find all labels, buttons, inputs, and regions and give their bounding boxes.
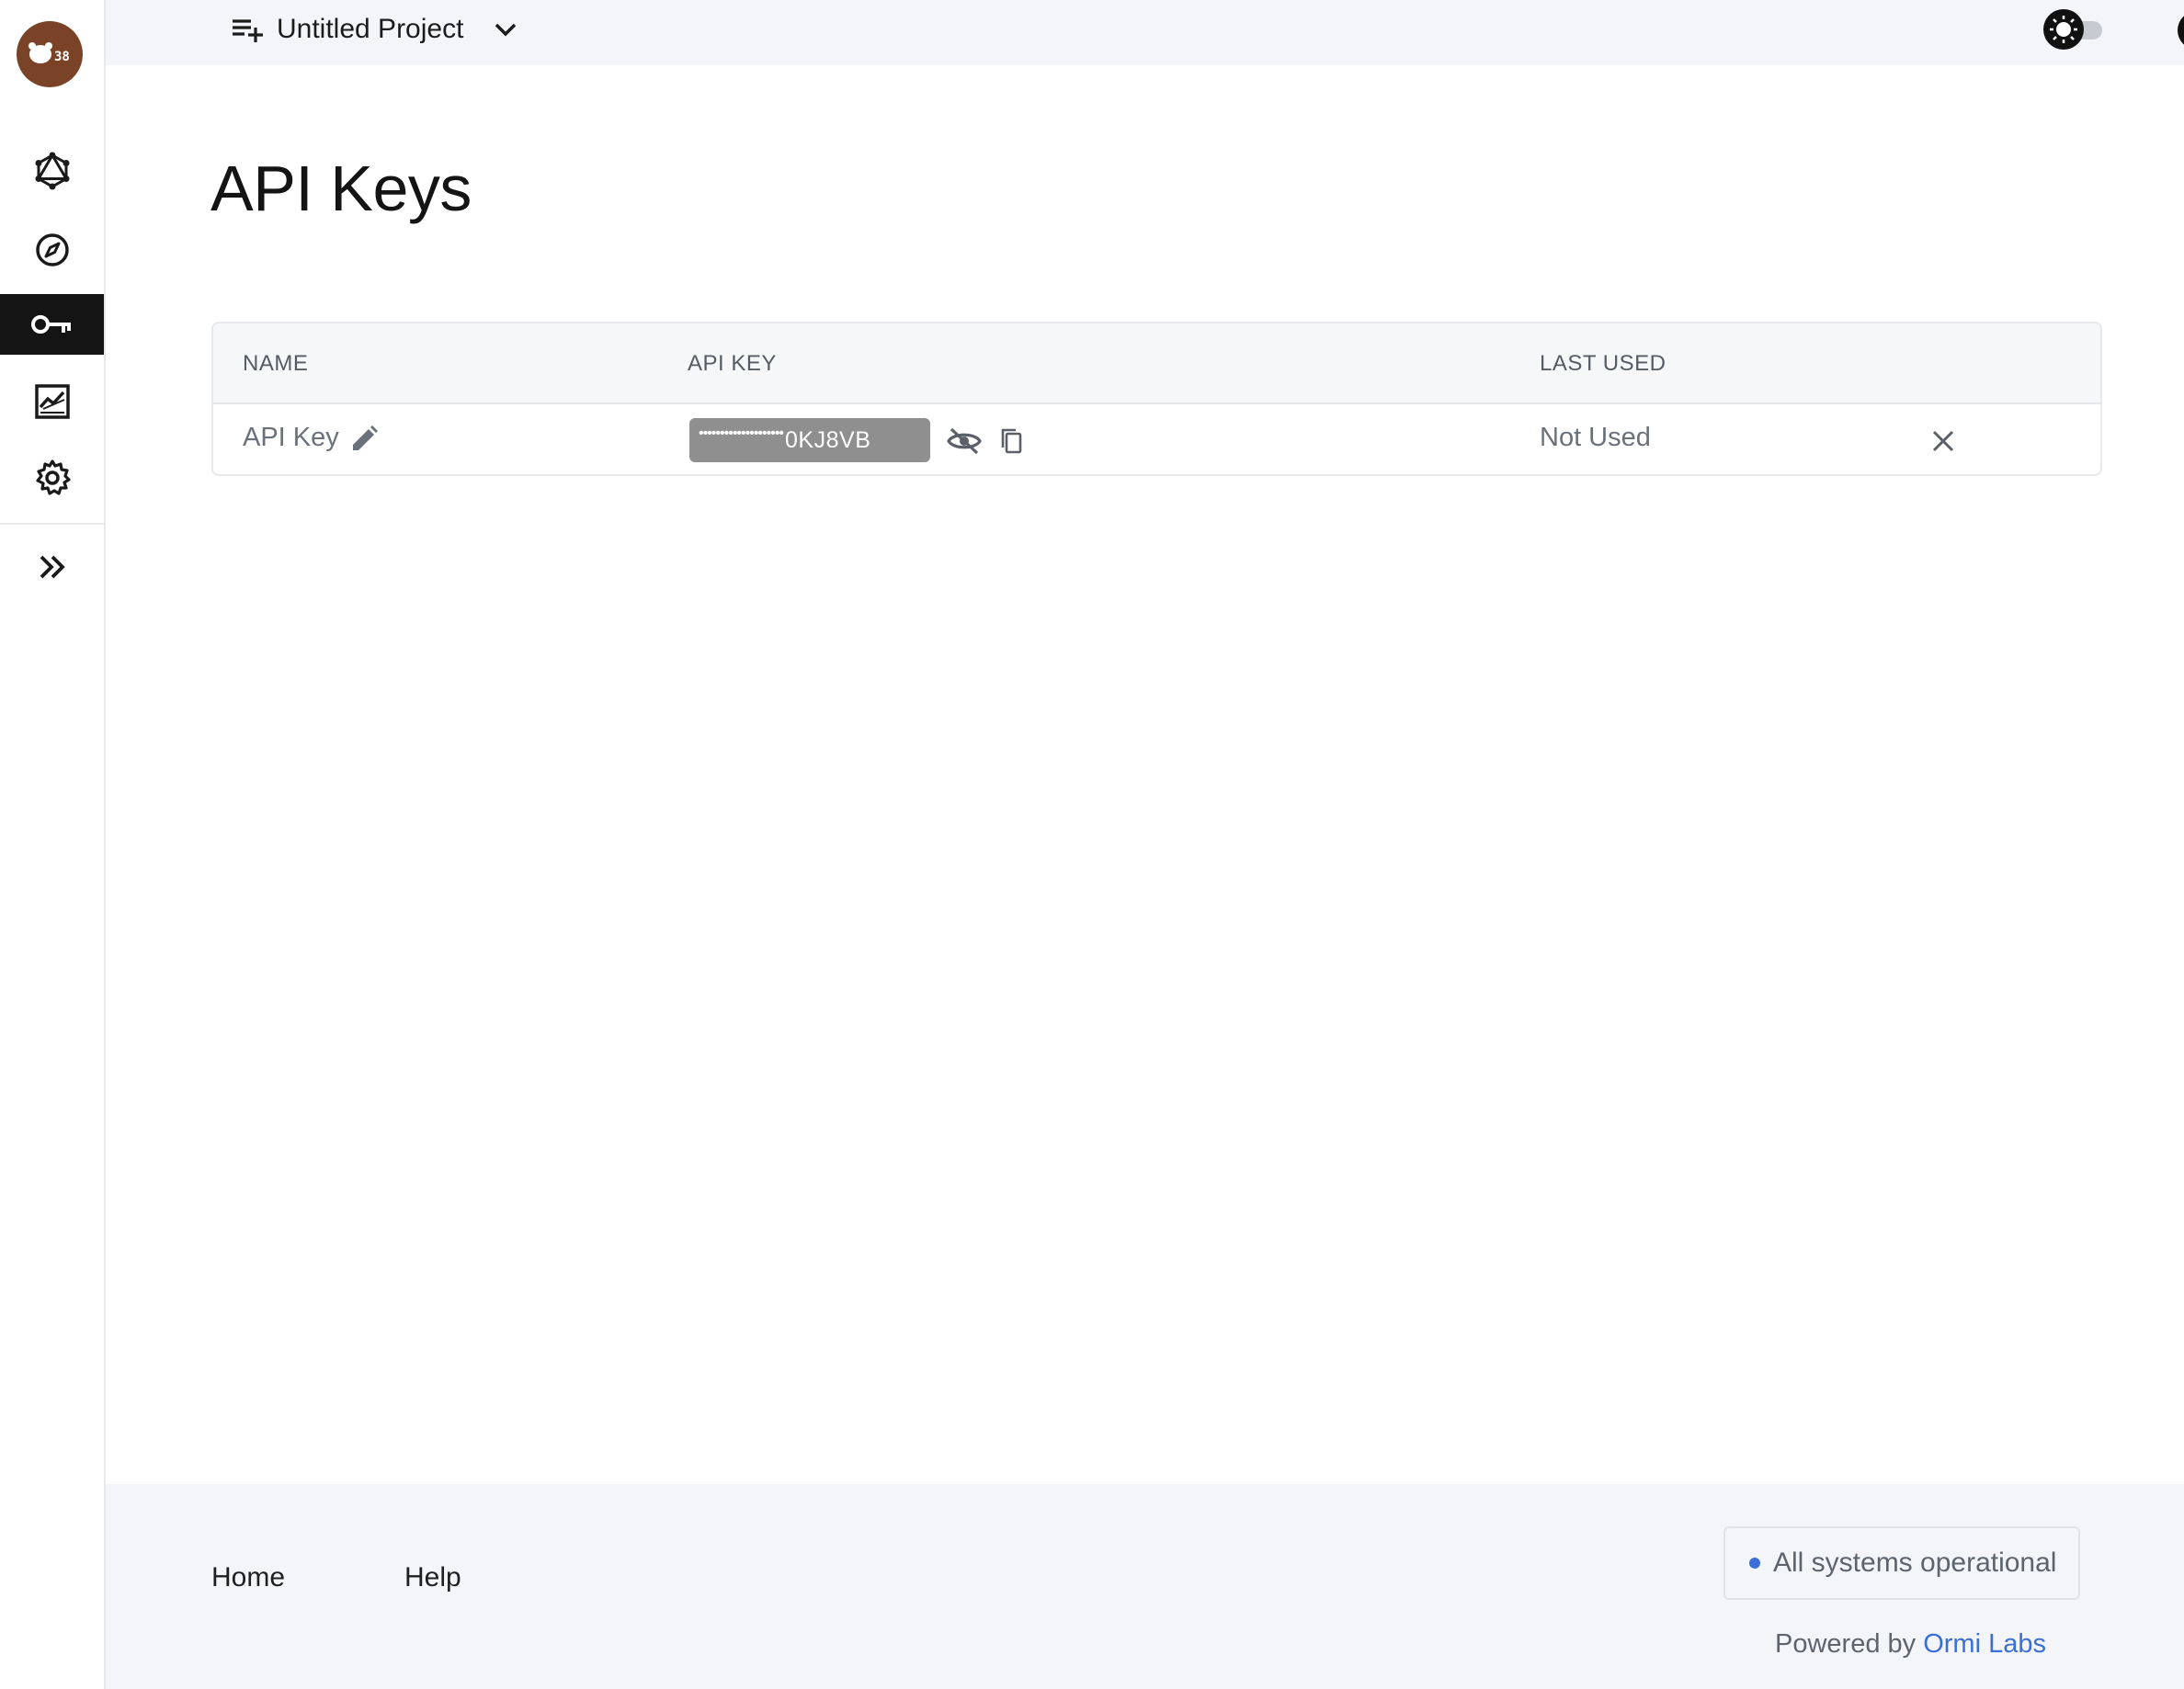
sidebar: 38 bbox=[0, 0, 106, 1689]
playlist-add-icon bbox=[233, 19, 263, 42]
delete-key-button[interactable] bbox=[1927, 425, 1960, 458]
edit-name-button[interactable] bbox=[347, 423, 381, 456]
footer: Home Help All systems operational Powere… bbox=[106, 1484, 2184, 1689]
table-header: NAME API KEY LAST USED bbox=[213, 323, 2100, 404]
powered-by-prefix: Powered by bbox=[1775, 1629, 1917, 1659]
pencil-icon bbox=[353, 425, 378, 450]
sidebar-item-explorer[interactable] bbox=[0, 220, 104, 280]
status-text: All systems operational bbox=[1773, 1547, 2057, 1578]
sidebar-item-api-keys[interactable] bbox=[0, 294, 104, 355]
close-icon bbox=[1932, 430, 1954, 452]
bear-logo-icon[interactable]: 38 bbox=[17, 21, 83, 87]
column-header-last-used: LAST USED bbox=[1540, 351, 1666, 376]
footer-link-home[interactable]: Home bbox=[211, 1562, 285, 1593]
theme-toggle[interactable] bbox=[2043, 9, 2104, 50]
double-chevron-right-icon bbox=[40, 555, 65, 579]
api-key-suffix: 0KJ8VB bbox=[785, 426, 871, 453]
status-dot bbox=[1749, 1558, 1760, 1569]
last-used-value: Not Used bbox=[1540, 423, 1651, 452]
api-key-mask: •••••••••••••••••••• bbox=[699, 425, 784, 441]
sidebar-item-graphql[interactable] bbox=[0, 141, 104, 201]
column-header-name: NAME bbox=[243, 351, 309, 376]
compass-icon bbox=[35, 233, 69, 266]
svg-text:38: 38 bbox=[54, 50, 70, 64]
table-row: API Key •••••••••••••••••••• 0KJ8VB Not … bbox=[213, 404, 2100, 474]
powered-by: Powered by Ormi Labs bbox=[1775, 1629, 2046, 1660]
copy-icon bbox=[1001, 428, 1022, 454]
graphql-icon bbox=[35, 152, 69, 190]
sidebar-divider bbox=[0, 523, 104, 525]
ormi-labs-link[interactable]: Ormi Labs bbox=[1923, 1629, 2046, 1659]
key-name: API Key bbox=[243, 423, 339, 452]
footer-link-help[interactable]: Help bbox=[404, 1562, 461, 1593]
chevron-down-icon bbox=[495, 23, 517, 37]
sidebar-item-analytics[interactable] bbox=[0, 371, 104, 432]
project-switcher[interactable]: Untitled Project bbox=[231, 9, 522, 50]
sun-icon bbox=[2043, 9, 2084, 50]
api-key-value[interactable]: •••••••••••••••••••• 0KJ8VB bbox=[689, 418, 930, 462]
top-bar: Untitled Project bbox=[106, 0, 2184, 65]
page-title: API Keys bbox=[210, 153, 472, 224]
copy-key-button[interactable] bbox=[995, 425, 1029, 458]
api-keys-table: NAME API KEY LAST USED API Key •••••••••… bbox=[211, 322, 2102, 476]
account-circle-icon[interactable] bbox=[2176, 9, 2184, 51]
project-name: Untitled Project bbox=[277, 14, 464, 44]
eye-off-icon bbox=[947, 427, 982, 455]
sidebar-item-settings[interactable] bbox=[0, 448, 104, 508]
sidebar-expand-button[interactable] bbox=[0, 537, 104, 597]
toggle-visibility-button[interactable] bbox=[946, 423, 983, 459]
gear-icon bbox=[35, 459, 71, 495]
system-status[interactable]: All systems operational bbox=[1723, 1526, 2080, 1600]
column-header-api-key: API KEY bbox=[688, 351, 777, 376]
key-icon bbox=[30, 315, 71, 334]
chart-icon bbox=[34, 384, 70, 419]
